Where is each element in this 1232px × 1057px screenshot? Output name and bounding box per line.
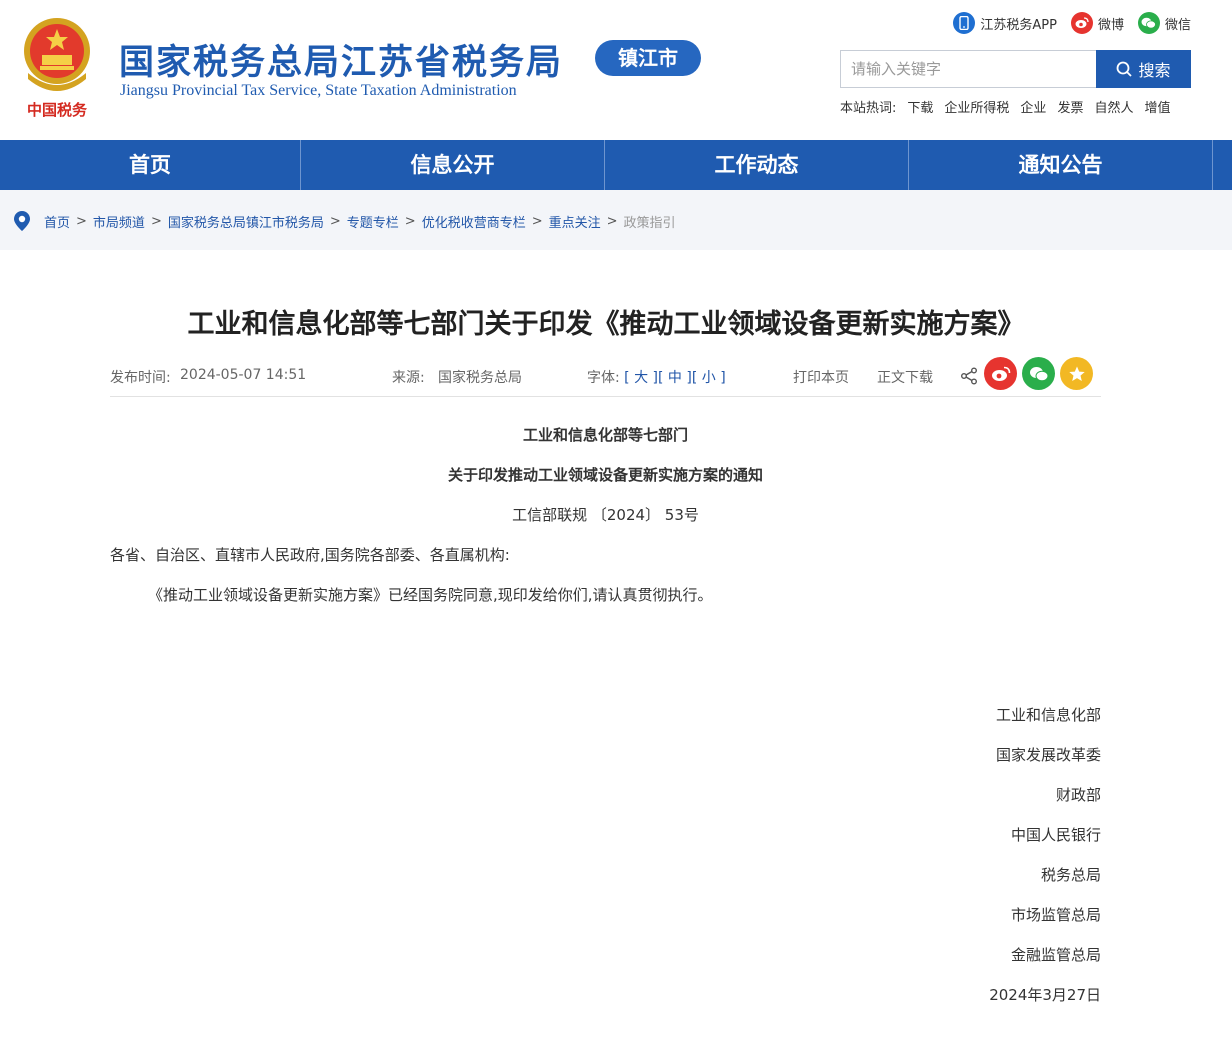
- article-container: 工业和信息化部等七部门关于印发《推动工业领域设备更新实施方案》 发布时间: 20…: [0, 250, 1232, 1057]
- font-size-medium[interactable]: [ 中 ]: [658, 370, 692, 386]
- search-input[interactable]: [840, 50, 1096, 88]
- breadcrumb-separator: >: [150, 213, 162, 229]
- mobile-app-icon: [953, 12, 976, 34]
- favorite-button[interactable]: [1060, 357, 1093, 390]
- weibo-link-label: 微博: [1097, 17, 1124, 33]
- search-box: 搜索: [840, 50, 1191, 88]
- nav-filler: [1213, 140, 1232, 190]
- breadcrumb-separator: >: [329, 213, 341, 229]
- site-title-english: Jiangsu Provincial Tax Service, State Ta…: [120, 82, 517, 99]
- document-heading-2: 关于印发推动工业领域设备更新实施方案的通知: [447, 466, 763, 484]
- location-pin-icon: [14, 211, 30, 231]
- signatory: 财政部: [1055, 786, 1101, 804]
- publish-time: 2024-05-07 14:51: [180, 367, 307, 383]
- breadcrumb-city-channel[interactable]: 市局频道: [93, 212, 145, 231]
- site-title[interactable]: 国家税务总局江苏省税务局: [119, 34, 563, 85]
- signatory: 国家发展改革委: [995, 746, 1101, 764]
- document-date: 2024年3月27日: [989, 986, 1101, 1004]
- hot-word[interactable]: 企业所得税: [944, 97, 1009, 116]
- document-number: 工信部联规 〔2024〕 53号: [512, 506, 699, 524]
- download-link[interactable]: 正文下载: [877, 367, 933, 387]
- breadcrumb-current: 政策指引: [623, 215, 676, 231]
- breadcrumb-separator: >: [404, 213, 416, 229]
- breadcrumb-home[interactable]: 首页: [44, 212, 70, 231]
- breadcrumb: 首页 > 市局频道 > 国家税务总局镇江市税务局 > 专题专栏 > 优化税收营商…: [14, 208, 676, 234]
- share-weibo-button[interactable]: [984, 357, 1017, 390]
- search-button-label: 搜索: [1138, 61, 1171, 80]
- wechat-link-label: 微信: [1164, 17, 1191, 33]
- hot-words: 本站热词: 下载 企业所得税 企业 发票 自然人 增值: [840, 97, 1170, 116]
- breadcrumb-business-environment[interactable]: 优化税收营商专栏: [422, 212, 526, 231]
- signatory: 工业和信息化部: [995, 706, 1101, 724]
- breadcrumb-separator: >: [76, 213, 87, 229]
- weibo-icon: [1070, 12, 1093, 34]
- font-size-controls: 字体: [ 大 ][ 中 ][ 小 ]: [587, 367, 726, 387]
- article-title: 工业和信息化部等七部门关于印发《推动工业领域设备更新实施方案》: [187, 309, 1025, 340]
- source-label: 来源:: [392, 370, 425, 386]
- breadcrumb-separator: >: [606, 213, 618, 229]
- emblem-text: 中国税务: [27, 101, 88, 119]
- search-icon: [1117, 61, 1133, 77]
- signatory: 税务总局: [1040, 866, 1101, 884]
- source: 国家税务总局: [438, 370, 522, 386]
- document-heading-1: 工业和信息化部等七部门: [522, 426, 688, 444]
- weibo-link[interactable]: 微博: [1070, 12, 1124, 34]
- breadcrumb-special-topics[interactable]: 专题专栏: [347, 212, 399, 231]
- national-emblem-logo[interactable]: 中国税务: [18, 15, 96, 121]
- nav-item-info-disclosure[interactable]: 信息公开: [301, 140, 605, 190]
- hot-word[interactable]: 发票: [1057, 97, 1083, 116]
- wechat-icon: [1137, 12, 1160, 34]
- nav-item-work-news[interactable]: 工作动态: [605, 140, 909, 190]
- hot-word[interactable]: 增值: [1144, 97, 1170, 116]
- city-badge[interactable]: 镇江市: [595, 40, 701, 76]
- font-size-small[interactable]: [ 小 ]: [692, 370, 726, 386]
- star-icon: [1068, 366, 1085, 381]
- hot-words-label: 本站热词:: [840, 101, 897, 116]
- breadcrumb-key-focus[interactable]: 重点关注: [549, 212, 601, 231]
- weibo-icon: [991, 366, 1010, 381]
- nav-item-home[interactable]: 首页: [0, 140, 301, 190]
- hot-word[interactable]: 自然人: [1094, 97, 1133, 116]
- body-paragraph: 《推动工业领域设备更新实施方案》已经国务院同意,现印发给你们,请认真贯彻执行。: [148, 586, 713, 604]
- print-link[interactable]: 打印本页: [793, 367, 849, 387]
- top-links: 江苏税务APP 微博 微信: [953, 10, 1191, 36]
- share-icon[interactable]: [960, 367, 978, 385]
- app-link[interactable]: 江苏税务APP: [953, 12, 1057, 34]
- nav-item-notices[interactable]: 通知公告: [909, 140, 1213, 190]
- search-button[interactable]: 搜索: [1096, 50, 1191, 88]
- publish-time-label: 发布时间:: [110, 370, 171, 386]
- font-size-label: 字体:: [587, 370, 620, 386]
- app-link-label: 江苏税务APP: [980, 17, 1057, 33]
- font-size-large[interactable]: [ 大 ]: [624, 370, 658, 386]
- breadcrumb-zhenjiang-bureau[interactable]: 国家税务总局镇江市税务局: [168, 212, 324, 231]
- wechat-icon: [1029, 366, 1048, 381]
- signatory: 市场监管总局: [1010, 906, 1101, 924]
- signatory: 中国人民银行: [1010, 826, 1101, 844]
- signatory: 金融监管总局: [1010, 946, 1101, 964]
- breadcrumb-separator: >: [531, 213, 543, 229]
- hot-word[interactable]: 企业: [1020, 97, 1046, 116]
- article-meta: 发布时间: 2024-05-07 14:51 来源: 国家税务总局 字体: [ …: [110, 355, 1101, 397]
- main-nav: 首页 信息公开 工作动态 通知公告: [0, 140, 1232, 190]
- hot-word[interactable]: 下载: [907, 97, 933, 116]
- wechat-link[interactable]: 微信: [1137, 12, 1191, 34]
- site-header: 中国税务 国家税务总局江苏省税务局 Jiangsu Provincial Tax…: [0, 0, 1232, 140]
- salutation: 各省、自治区、直辖市人民政府,国务院各部委、各直属机构:: [110, 546, 510, 564]
- share-wechat-button[interactable]: [1022, 357, 1055, 390]
